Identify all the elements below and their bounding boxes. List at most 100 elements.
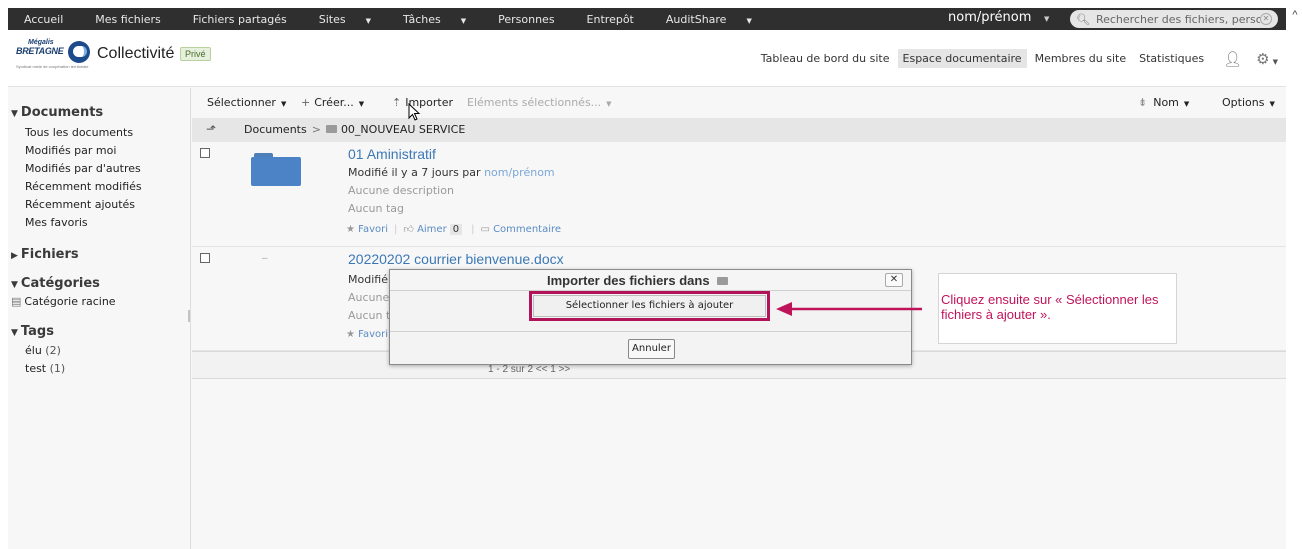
chevron-down-icon[interactable]: ▼ [1044,8,1049,30]
site-nav: Tableau de bord du site Espace documenta… [753,30,1278,87]
doclib-toolbar: Sélectionner ▼ + Créer... ▼ ⇡ Importer Eléme… [192,88,1286,118]
tag-name: test [25,362,47,375]
nav-label: AuditShare [665,12,727,26]
top-nav: Accueil Mes fichiers Fichiers partagés S… [8,8,768,30]
tag-name: élu [25,344,42,357]
breadcrumb-root[interactable]: Documents [244,123,307,136]
sidebar-heading-tags[interactable]: ▼ Tags [11,324,54,339]
site-title[interactable]: Collectivité [97,45,174,63]
sidebar-item-categorie-racine[interactable]: ▤ Catégorie racine [11,295,116,308]
sidebar-item-modifies-par-autres[interactable]: Modifiés par d'autres [25,162,141,175]
category-label: Catégorie racine [24,295,116,308]
chevron-down-icon: ▼ [606,100,612,108]
sidebar-heading-categories[interactable]: ▼ Catégories [11,276,100,291]
modifier-link[interactable]: nom/prénom [484,166,555,179]
cancel-button[interactable]: Annuler [628,339,675,359]
sidebar-heading-documents[interactable]: ▼ Documents [11,105,103,120]
sidebar-item-recemment-ajoutes[interactable]: Récemment ajoutés [25,198,135,211]
breadcrumb-path: Documents >00_NOUVEAU SERVICE [244,123,465,136]
sidebar-tag-test[interactable]: test (1) [25,362,65,375]
collapsed-triangle-icon: ▶ [11,251,18,261]
megalis-logo: Mégalis BRETAGNE Syndicat mixte de coopé… [16,39,92,69]
list-item: 01 Aministratif Modifié il y a 7 jours p… [192,142,1286,247]
item-description: Aucune description [348,184,454,197]
nav-accueil[interactable]: Accueil [8,13,79,26]
scroll-up-icon[interactable]: ^ [1288,8,1302,22]
options-menu-button[interactable]: Options ▼ [1222,96,1275,109]
sidebar-resize-handle[interactable] [188,310,190,322]
user-menu[interactable]: nom/prénom [948,8,1031,30]
sidebar-heading-fichiers[interactable]: ▶ Fichiers [11,247,79,262]
item-title-link[interactable]: 01 Aministratif [348,146,436,162]
selected-items-label: Eléments sélectionnés... [467,96,602,109]
item-actions: ★ Favori [346,329,388,340]
chevron-down-icon: ▼ [358,100,365,108]
select-menu-button[interactable]: Sélectionner ▼ [207,96,286,109]
chevron-down-icon: ▼ [365,16,372,25]
tab-tableau-de-bord[interactable]: Tableau de bord du site [756,49,895,68]
row-checkbox[interactable] [200,148,210,158]
chevron-down-icon: ▼ [280,100,287,108]
visibility-badge: Privé [180,47,211,61]
breadcrumb-separator: > [311,123,321,136]
parent-folder-icon[interactable]: ⬏ [206,122,216,136]
document-thumbnail-icon[interactable]: – [262,253,268,264]
close-icon[interactable]: ✕ [885,273,903,287]
chevron-down-icon: ▼ [1183,100,1190,108]
tag-count: (1) [49,362,66,375]
like-link[interactable]: Aimer [417,224,447,235]
sidebar-item-favoris[interactable]: Mes favoris [25,216,88,229]
create-label: Créer... [314,96,354,109]
folder-icon [717,277,729,285]
selected-items-menu[interactable]: Eléments sélectionnés... ▼ [467,96,612,109]
browser-viewport: Accueil Mes fichiers Fichiers partagés S… [8,8,1286,549]
search-input[interactable]: Rechercher des fichiers, perso [1096,13,1260,26]
pagination-text[interactable]: 1 - 2 sur 2 << 1 >> [488,364,570,375]
add-user-icon[interactable]: 👤︎ [1223,50,1242,68]
chevron-down-icon: ▼ [1272,57,1278,66]
search-icon: 🔍︎ [1076,12,1090,26]
tab-statistiques[interactable]: Statistiques [1134,49,1209,68]
tab-espace-documentaire[interactable]: Espace documentaire [897,49,1027,68]
modified-prefix: Modifié il y a 7 jours par [348,166,481,179]
favorite-link[interactable]: Favori [358,224,388,235]
sidebar-item-tous[interactable]: Tous les documents [25,126,133,139]
expanded-triangle-icon: ▼ [11,280,18,290]
star-icon: ★ [346,329,355,340]
sort-icon: ⇟ [1138,96,1148,109]
nav-entrepot[interactable]: Entrepôt [571,13,650,26]
row-checkbox[interactable] [200,253,210,263]
sidebar-tag-elu[interactable]: élu (2) [25,344,61,357]
clear-icon[interactable]: ✕ [1260,13,1272,25]
search-box[interactable]: 🔍︎ Rechercher des fichiers, perso ✕ [1070,10,1278,28]
favorite-link[interactable]: Favori [358,329,388,340]
import-button[interactable]: ⇡ Importer [392,96,453,109]
annotation-text: Cliquez ensuite sur « Sélectionner les f… [941,292,1159,322]
nav-auditshare[interactable]: AuditShare ▼ [650,13,768,26]
logo-line1: Mégalis [28,39,54,46]
nav-taches[interactable]: Tâches ▼ [387,13,482,26]
sidebar-item-recemment-modifies[interactable]: Récemment modifiés [25,180,142,193]
tag-count: (2) [45,344,61,357]
nav-sites[interactable]: Sites ▼ [303,13,387,26]
folder-icon [325,125,337,133]
import-dialog: Importer des fichiers dans ✕ Sélectionne… [389,269,912,365]
sort-menu-button[interactable]: ⇟ Nom ▼ [1138,96,1189,109]
expanded-triangle-icon: ▼ [11,109,18,119]
dialog-title: Importer des fichiers dans [547,273,732,288]
modified-info: Modifié il y a 7 jours par nom/prénom [348,166,555,179]
select-files-button[interactable]: Sélectionner les fichiers à ajouter [529,291,770,321]
nav-mes-fichiers[interactable]: Mes fichiers [79,13,177,26]
nav-fichiers-partages[interactable]: Fichiers partagés [177,13,303,26]
comment-link[interactable]: Commentaire [493,224,561,235]
gear-icon[interactable]: ⚙ ▼ [1256,50,1278,68]
nav-personnes[interactable]: Personnes [482,13,570,26]
tab-membres[interactable]: Membres du site [1030,49,1132,68]
folder-icon[interactable] [251,153,301,186]
sidebar-item-modifies-par-moi[interactable]: Modifiés par moi [25,144,116,157]
nav-label: Mes fichiers [95,12,161,26]
dialog-title-text: Importer des fichiers dans [547,273,710,288]
item-title-link[interactable]: 20220202 courrier bienvenue.docx [348,251,564,267]
create-menu-button[interactable]: + Créer... ▼ [301,96,364,109]
logo-tagline: Syndicat mixte de coopération territoria… [16,64,89,69]
